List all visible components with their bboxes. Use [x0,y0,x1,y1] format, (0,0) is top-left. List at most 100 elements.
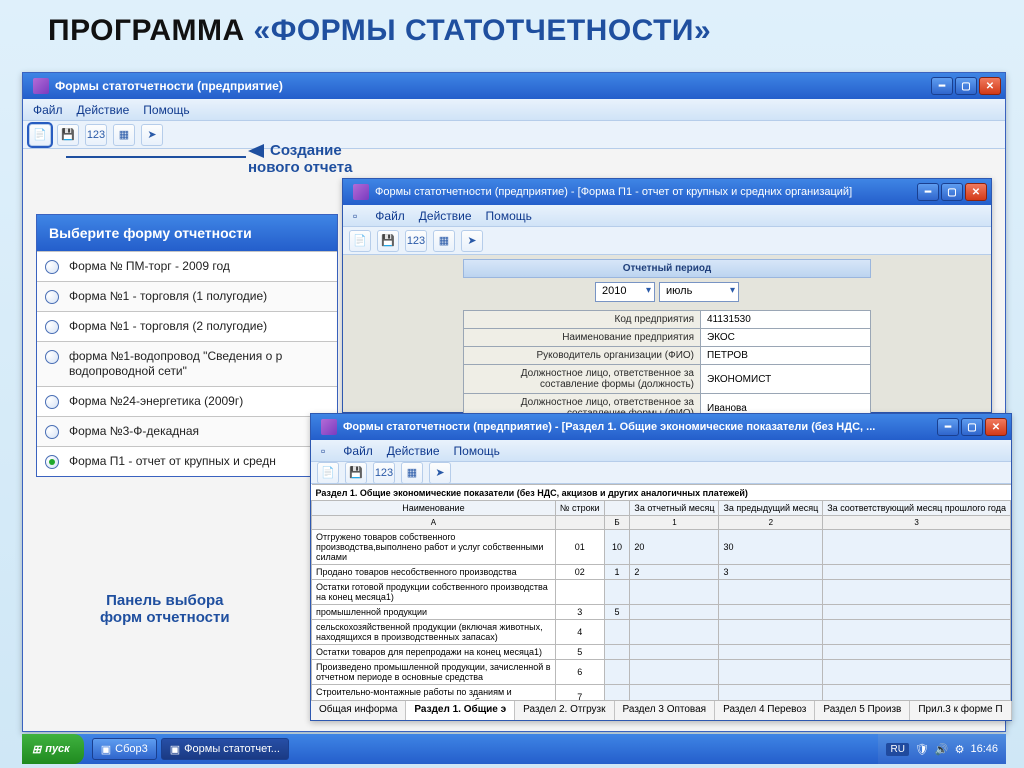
maximize-button[interactable]: ▢ [941,183,963,201]
cell[interactable] [823,645,1011,660]
cell[interactable]: 3 [719,565,823,580]
cell[interactable] [823,605,1011,620]
new-report-button[interactable]: 📄 [29,124,51,146]
cell[interactable]: 1 [604,565,630,580]
cell[interactable] [630,620,719,645]
save-icon[interactable]: 💾 [377,230,399,252]
tray-icon[interactable]: 🔊 [935,743,949,756]
menu-action[interactable]: Действие [419,209,472,223]
start-button[interactable]: ⊞пуск [22,734,84,764]
field-value[interactable]: 41131530 [701,311,871,329]
radio-icon[interactable] [45,290,59,304]
field-value[interactable]: ПЕТРОВ [701,347,871,365]
table-row[interactable]: Остатки готовой продукции собственного п… [312,580,1011,605]
cell[interactable] [823,580,1011,605]
form-option[interactable]: форма №1-водопровод "Сведения о р водопр… [37,341,337,386]
go-icon[interactable]: ➤ [141,124,163,146]
go-icon[interactable]: ➤ [461,230,483,252]
cell[interactable]: 5 [604,605,630,620]
cell[interactable] [630,645,719,660]
table-row[interactable]: Остатки товаров для перепродажи на конец… [312,645,1011,660]
radio-icon[interactable] [45,350,59,364]
form-option[interactable]: Форма №1 - торговля (2 полугодие) [37,311,337,341]
menu-file[interactable]: Файл [33,103,63,117]
cell[interactable]: 20 [630,530,719,565]
form-option[interactable]: Форма №3-Ф-декадная [37,416,337,446]
field-value[interactable]: ЭКОНОМИСТ [701,365,871,394]
maximize-button[interactable]: ▢ [955,77,977,95]
cell[interactable] [719,620,823,645]
cell[interactable] [604,580,630,605]
cell[interactable]: 10 [604,530,630,565]
table-row[interactable]: Строительно-монтажные работы по зданиям … [312,685,1011,701]
sheet-tab[interactable]: Раздел 2. Отгрузк [515,701,614,720]
form-option[interactable]: Форма № ПМ-торг - 2009 год [37,251,337,281]
cell[interactable] [719,580,823,605]
sheet-tab[interactable]: Раздел 1. Общие э [406,701,515,720]
table-row[interactable]: Отгружено товаров собственного производс… [312,530,1011,565]
menu-file[interactable]: Файл [343,444,373,458]
indicators-grid[interactable]: Раздел 1. Общие экономические показатели… [311,484,1011,700]
number-icon[interactable]: 123 [85,124,107,146]
menu-action[interactable]: Действие [387,444,440,458]
cell[interactable] [604,685,630,701]
cell[interactable] [823,685,1011,701]
cell[interactable] [604,645,630,660]
year-combo[interactable]: 2010 [595,282,655,302]
table-row[interactable]: Продано товаров несобственного производс… [312,565,1011,580]
sheet-tab[interactable]: Раздел 4 Перевоз [715,701,815,720]
number-icon[interactable]: 123 [373,462,395,484]
minimize-button[interactable]: ━ [931,77,953,95]
cell[interactable] [719,645,823,660]
table-row[interactable]: сельскохозяйственной продукции (включая … [312,620,1011,645]
lang-indicator[interactable]: RU [886,743,908,756]
cell[interactable] [604,660,630,685]
sheet-tab[interactable]: Раздел 3 Оптовая [615,701,716,720]
radio-icon[interactable] [45,320,59,334]
cell[interactable] [719,685,823,701]
save-icon[interactable]: 💾 [345,462,367,484]
clock[interactable]: 16:46 [970,743,998,755]
grid-icon[interactable]: ▦ [113,124,135,146]
menu-help[interactable]: Помощь [143,103,189,117]
taskbar-item[interactable]: ▣Сбор3 [92,738,157,760]
tray-icon[interactable]: ⚙ [955,743,965,756]
cell[interactable]: 30 [719,530,823,565]
close-button[interactable]: ✕ [979,77,1001,95]
form-option[interactable]: Форма №1 - торговля (1 полугодие) [37,281,337,311]
cell[interactable] [630,580,719,605]
cell[interactable] [823,530,1011,565]
win2-titlebar[interactable]: Формы статотчетности (предприятие) - [Фо… [343,179,991,205]
table-row[interactable]: промышленной продукции35 [312,605,1011,620]
cell[interactable] [823,565,1011,580]
cell[interactable] [719,605,823,620]
month-combo[interactable]: июль [659,282,739,302]
cell[interactable] [630,685,719,701]
win3-titlebar[interactable]: Формы статотчетности (предприятие) - [Ра… [311,414,1011,440]
menu-action[interactable]: Действие [77,103,130,117]
go-icon[interactable]: ➤ [429,462,451,484]
save-icon[interactable]: 💾 [57,124,79,146]
form-option[interactable]: Форма П1 - отчет от крупных и средн [37,446,337,476]
menu-help[interactable]: Помощь [454,444,500,458]
table-row[interactable]: Произведено промышленной продукции, зачи… [312,660,1011,685]
new-icon[interactable]: 📄 [317,462,339,484]
sheet-tab[interactable]: Прил.3 к форме П [910,701,1011,720]
radio-icon[interactable] [45,425,59,439]
tray-icon[interactable]: 🛡 [915,743,929,756]
cell[interactable] [719,660,823,685]
cell[interactable] [604,620,630,645]
grid-icon[interactable]: ▦ [433,230,455,252]
new-icon[interactable]: 📄 [349,230,371,252]
taskbar-item[interactable]: ▣Формы статотчет... [161,738,289,760]
cell[interactable] [630,660,719,685]
form-option[interactable]: Форма №24-энергетика (2009г) [37,386,337,416]
win1-titlebar[interactable]: Формы статотчетности (предприятие) ━ ▢ ✕ [23,73,1005,99]
radio-icon[interactable] [45,260,59,274]
close-button[interactable]: ✕ [985,418,1007,436]
radio-icon[interactable] [45,395,59,409]
sheet-tab[interactable]: Раздел 5 Произв [815,701,910,720]
field-value[interactable]: ЭКОС [701,329,871,347]
maximize-button[interactable]: ▢ [961,418,983,436]
close-button[interactable]: ✕ [965,183,987,201]
